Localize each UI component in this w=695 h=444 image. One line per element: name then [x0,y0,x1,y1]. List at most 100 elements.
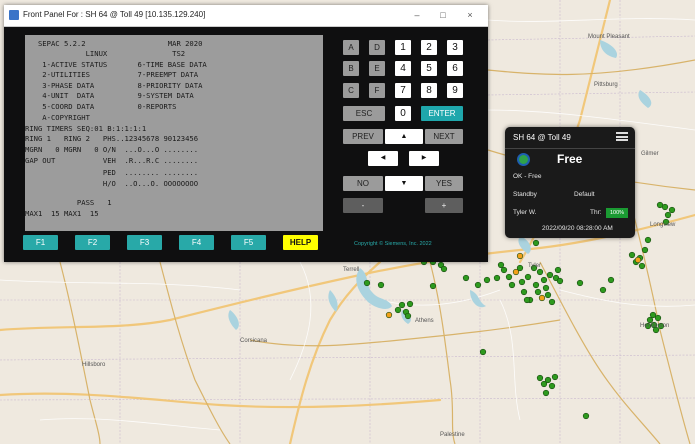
signal-marker[interactable] [524,273,532,281]
key-a[interactable]: A [343,40,359,55]
signal-marker[interactable] [516,264,524,272]
signal-marker[interactable] [536,374,544,382]
signal-marker[interactable] [599,286,607,294]
signal-marker[interactable] [516,252,524,260]
lcd-line: RING TIMERS SEQ:01 B:1:1:1:1 [25,124,147,133]
minimize-button[interactable]: – [406,8,428,22]
key-7[interactable]: 7 [395,83,411,98]
key-1[interactable]: 1 [395,40,411,55]
key-8[interactable]: 8 [421,83,437,98]
lcd-line: 3-PHASE DATA 8-PRIORITY DATA [25,81,203,90]
maximize-button[interactable]: □ [432,8,454,22]
enter-button[interactable]: ENTER [421,106,463,121]
signal-marker[interactable] [540,276,548,284]
title-bar[interactable]: Front Panel For : SH 64 @ Toll 49 [10.13… [4,5,488,27]
signal-marker[interactable] [536,268,544,276]
key-9[interactable]: 9 [447,83,463,98]
signal-marker[interactable] [440,265,448,273]
map-label-gilmer: Gilmer [641,151,659,157]
key-4[interactable]: 4 [395,61,411,76]
signal-marker[interactable] [644,236,652,244]
signal-marker[interactable] [649,311,657,319]
f5-button[interactable]: F5 [231,235,266,250]
signal-marker[interactable] [532,281,540,289]
plus-button[interactable]: + [425,198,463,213]
signal-marker[interactable] [505,273,513,281]
signal-marker[interactable] [523,296,531,304]
signal-marker[interactable] [497,261,505,269]
signal-marker[interactable] [520,288,528,296]
signal-marker[interactable] [582,412,590,420]
signal-marker[interactable] [646,316,654,324]
key-f[interactable]: F [369,83,385,98]
popup-default: Default [574,191,595,198]
signal-marker[interactable] [542,284,550,292]
signal-marker[interactable] [474,281,482,289]
signal-marker[interactable] [628,251,636,259]
key-2[interactable]: 2 [421,40,437,55]
help-button[interactable]: HELP [283,235,318,250]
signal-marker[interactable] [641,246,649,254]
menu-icon[interactable] [616,132,628,143]
minus-button[interactable]: - [343,198,383,213]
signal-marker[interactable] [532,239,540,247]
signal-marker[interactable] [544,291,552,299]
signal-marker[interactable] [534,288,542,296]
signal-marker[interactable] [363,279,371,287]
signal-marker[interactable] [398,301,406,309]
signal-marker[interactable] [462,274,470,282]
key-5[interactable]: 5 [421,61,437,76]
signal-marker[interactable] [542,389,550,397]
f1-button[interactable]: F1 [23,235,58,250]
signal-marker[interactable] [554,266,562,274]
signal-marker[interactable] [576,279,584,287]
signal-marker[interactable] [377,281,385,289]
signal-marker[interactable] [518,278,526,286]
signal-marker[interactable] [654,314,662,322]
signal-marker[interactable] [556,277,564,285]
signal-marker[interactable] [634,256,642,264]
f2-button[interactable]: F2 [75,235,110,250]
signal-marker[interactable] [500,266,508,274]
down-arrow-button[interactable]: ▼ [385,176,423,191]
key-3[interactable]: 3 [447,40,463,55]
key-e[interactable]: E [369,61,385,76]
f4-button[interactable]: F4 [179,235,214,250]
key-0[interactable]: 0 [395,106,411,121]
signal-marker[interactable] [493,274,501,282]
no-button[interactable]: NO [343,176,383,191]
signal-marker[interactable] [538,294,546,302]
signal-marker[interactable] [404,312,412,320]
yes-button[interactable]: YES [425,176,463,191]
key-b[interactable]: B [343,61,359,76]
prev-button[interactable]: PREV [343,129,383,144]
left-arrow-button[interactable]: ◀ [368,151,398,166]
signal-marker[interactable] [656,201,664,209]
signal-marker[interactable] [394,306,402,314]
close-button[interactable]: × [459,8,481,22]
key-6[interactable]: 6 [447,61,463,76]
next-button[interactable]: NEXT [425,129,463,144]
signal-marker[interactable] [668,206,676,214]
signal-marker[interactable] [607,276,615,284]
signal-marker[interactable] [551,373,559,381]
signal-marker[interactable] [548,382,556,390]
signal-marker[interactable] [546,271,554,279]
signal-marker[interactable] [638,262,646,270]
right-arrow-button[interactable]: ▶ [409,151,439,166]
signal-marker[interactable] [406,300,414,308]
signal-marker[interactable] [544,376,552,384]
f3-button[interactable]: F3 [127,235,162,250]
signal-marker[interactable] [508,281,516,289]
up-arrow-button[interactable]: ▲ [385,129,423,144]
signal-marker[interactable] [548,298,556,306]
key-c[interactable]: C [343,83,359,98]
signal-marker[interactable] [429,282,437,290]
intersection-popup[interactable]: SH 64 @ Toll 49 Free OK - Free Standby D… [505,127,635,238]
key-d[interactable]: D [369,40,385,55]
signal-marker[interactable] [385,311,393,319]
signal-marker[interactable] [479,348,487,356]
esc-button[interactable]: ESC [343,106,385,121]
signal-marker[interactable] [664,211,672,219]
signal-marker[interactable] [483,276,491,284]
